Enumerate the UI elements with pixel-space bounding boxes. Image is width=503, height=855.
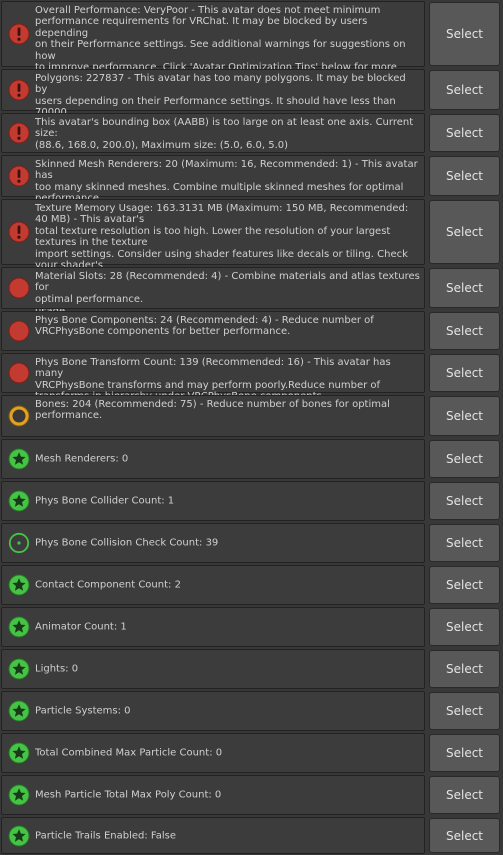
message-box: Polygons: 227837 - This avatar has too m… <box>1 69 425 130</box>
message-box: Total Combined Max Particle Count: 0 <box>1 733 425 773</box>
medium-icon <box>8 405 30 427</box>
select-button[interactable]: Select <box>429 114 500 152</box>
message-text: Phys Bone Collider Count: 1 <box>35 495 175 507</box>
message-text: Particle Systems: 0 <box>35 705 131 717</box>
message-text: Particle Trails Enabled: False <box>35 829 177 841</box>
select-button[interactable]: Select <box>429 354 500 392</box>
select-button[interactable]: Select <box>429 396 500 436</box>
select-button[interactable]: Select <box>429 200 500 264</box>
error-icon <box>8 79 30 101</box>
list-item: Phys Bone Transform Count: 139 (Recommen… <box>0 352 503 402</box>
list-item: Contact Component Count: 2 Select <box>0 564 503 606</box>
poor-icon <box>8 362 30 384</box>
message-text: Phys Bone Collision Check Count: 39 <box>35 537 219 549</box>
good-icon <box>8 700 30 722</box>
message-text: Mesh Renderers: 0 <box>35 453 129 465</box>
message-text: Lights: 0 <box>35 663 79 675</box>
select-button[interactable]: Select <box>429 650 500 688</box>
list-item: Mesh Particle Total Max Poly Count: 0 Sel… <box>0 774 503 816</box>
message-box: Particle Systems: 0 <box>1 691 425 731</box>
good-icon <box>8 490 30 512</box>
good-icon <box>8 448 30 470</box>
message-box: Particle Trails Enabled: False <box>1 817 425 854</box>
message-text: Material Slots: 28 (Recommended: 4) - Co… <box>35 271 420 305</box>
list-item: Bones: 204 (Recommended: 75) - Reduce nu… <box>0 394 503 438</box>
good-icon <box>8 574 30 596</box>
message-box: Phys Bone Collider Count: 1 <box>1 481 425 521</box>
error-icon <box>8 221 30 243</box>
good-icon <box>8 742 30 764</box>
select-button[interactable]: Select <box>429 2 500 66</box>
error-icon <box>8 165 30 187</box>
select-button[interactable]: Select <box>429 734 500 772</box>
list-item: This avatar's bounding box (AABB) is too… <box>0 112 503 154</box>
select-button[interactable]: Select <box>429 608 500 646</box>
select-button[interactable]: Select <box>429 818 500 853</box>
message-text: Animator Count: 1 <box>35 621 127 633</box>
message-box: Lights: 0 <box>1 649 425 689</box>
error-icon <box>8 122 30 144</box>
select-button[interactable]: Select <box>429 692 500 730</box>
list-item: Material Slots: 28 (Recommended: 4) - Co… <box>0 266 503 310</box>
message-box: Phys Bone Transform Count: 139 (Recommen… <box>1 353 425 402</box>
list-item: Lights: 0 Select <box>0 648 503 690</box>
list-item: Texture Memory Usage: 163.3131 MB (Maxim… <box>0 198 503 317</box>
message-box: Phys Bone Components: 24 (Recommended: 4… <box>1 311 425 351</box>
select-button[interactable]: Select <box>429 566 500 604</box>
list-item: Particle Trails Enabled: False Select <box>0 816 503 855</box>
message-box: Animator Count: 1 <box>1 607 425 647</box>
select-button[interactable]: Select <box>429 440 500 478</box>
select-button[interactable]: Select <box>429 312 500 350</box>
message-box: Material Slots: 28 (Recommended: 4) - Co… <box>1 267 425 309</box>
message-text: This avatar's bounding box (AABB) is too… <box>35 117 414 151</box>
select-button[interactable]: Select <box>429 156 500 196</box>
good-icon <box>8 616 30 638</box>
list-item: Particle Systems: 0 Select <box>0 690 503 732</box>
message-box: Texture Memory Usage: 163.3131 MB (Maxim… <box>1 199 425 317</box>
poor-icon <box>8 277 30 299</box>
message-box: Skinned Mesh Renderers: 20 (Maximum: 16,… <box>1 155 425 204</box>
message-box: Mesh Particle Total Max Poly Count: 0 <box>1 775 425 815</box>
list-item: Skinned Mesh Renderers: 20 (Maximum: 16,… <box>0 154 503 204</box>
message-box: This avatar's bounding box (AABB) is too… <box>1 113 425 153</box>
list-item: Overall Performance: VeryPoor - This ava… <box>0 0 503 84</box>
good-icon <box>8 658 30 680</box>
message-box: Contact Component Count: 2 <box>1 565 425 605</box>
message-text: Phys Bone Components: 24 (Recommended: 4… <box>35 315 374 338</box>
error-icon <box>8 23 30 45</box>
list-item: Mesh Renderers: 0 Select <box>0 438 503 480</box>
message-box: Mesh Renderers: 0 <box>1 439 425 479</box>
select-button[interactable]: Select <box>429 70 500 110</box>
list-item: Total Combined Max Particle Count: 0 Sele… <box>0 732 503 774</box>
list-item: Phys Bone Components: 24 (Recommended: 4… <box>0 310 503 352</box>
poor-icon <box>8 320 30 342</box>
message-text: Contact Component Count: 2 <box>35 579 181 591</box>
performance-list: Overall Performance: VeryPoor - This ava… <box>0 0 503 855</box>
good-icon <box>8 784 30 806</box>
list-item: Phys Bone Collider Count: 1 Select <box>0 480 503 522</box>
excellent-icon <box>8 532 30 554</box>
message-box: Overall Performance: VeryPoor - This ava… <box>1 1 425 84</box>
list-item: Phys Bone Collision Check Count: 39 Selec… <box>0 522 503 564</box>
good-icon <box>8 825 30 847</box>
select-button[interactable]: Select <box>429 482 500 520</box>
select-button[interactable]: Select <box>429 268 500 308</box>
list-item: Polygons: 227837 - This avatar has too m… <box>0 68 503 130</box>
list-item: Animator Count: 1 Select <box>0 606 503 648</box>
message-text: Bones: 204 (Recommended: 75) - Reduce nu… <box>35 399 390 422</box>
message-box: Phys Bone Collision Check Count: 39 <box>1 523 425 563</box>
message-box: Bones: 204 (Recommended: 75) - Reduce nu… <box>1 395 425 437</box>
message-text: Total Combined Max Particle Count: 0 <box>35 747 223 759</box>
message-text: Mesh Particle Total Max Poly Count: 0 <box>35 789 222 801</box>
select-button[interactable]: Select <box>429 776 500 814</box>
select-button[interactable]: Select <box>429 524 500 562</box>
